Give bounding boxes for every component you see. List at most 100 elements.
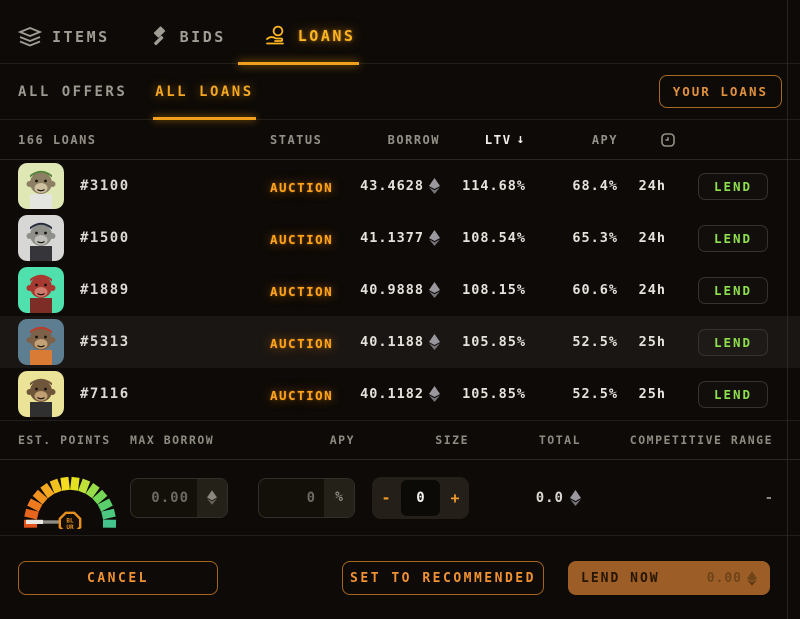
duration-value: 24h [639, 230, 666, 246]
lend-button[interactable]: LEND [698, 381, 768, 408]
eth-icon [429, 230, 440, 246]
blur-badge-icon: BL UR [60, 512, 80, 528]
borrow-value: 40.1188 [360, 334, 440, 350]
tab-items-label: ITEMS [52, 28, 110, 46]
tab-loans[interactable]: LOANS [264, 25, 356, 49]
svg-text:UR: UR [66, 524, 74, 529]
loans-table-body: #3100 AUCTION 43.4628 114.68% 68.4% 24h … [0, 160, 800, 420]
nft-id: #1500 [80, 230, 130, 246]
apy-group: % [258, 478, 355, 518]
ltv-value: 108.54% [462, 230, 526, 246]
borrow-amount: 40.9888 [360, 282, 424, 298]
size-value[interactable]: 0 [401, 480, 440, 516]
lend-button[interactable]: LEND [698, 173, 768, 200]
eth-icon [429, 282, 440, 298]
borrow-amount: 41.1377 [360, 230, 424, 246]
nft-cell: #7116 [18, 371, 270, 417]
nft-cell: #1500 [18, 215, 270, 261]
borrow-value: 41.1377 [360, 230, 440, 246]
nft-cell: #3100 [18, 163, 270, 209]
nft-avatar [18, 215, 64, 261]
max-borrow-input[interactable] [131, 479, 197, 517]
nft-id: #7116 [80, 386, 130, 402]
lend-now-amount-value: 0.00 [707, 571, 742, 586]
eth-icon [570, 490, 581, 506]
layers-icon [18, 27, 42, 47]
size-increment-button[interactable]: + [441, 477, 469, 519]
main-tabs: ITEMS BIDS LOANS [0, 0, 800, 64]
duration-value: 24h [639, 178, 666, 194]
header-competitive-range: COMPETITIVE RANGE [630, 433, 773, 447]
max-borrow-group [130, 478, 228, 518]
header-ltv[interactable]: LTV ↓ [485, 132, 526, 147]
table-row-highlighted[interactable]: #5313 AUCTION 40.1188 105.85% 52.5% 25h … [0, 316, 800, 368]
tab-items[interactable]: ITEMS [18, 27, 110, 49]
nft-cell: #5313 [18, 319, 270, 365]
tab-bids-label: BIDS [180, 28, 226, 46]
nft-avatar [18, 371, 64, 417]
total-value: 0.0 [536, 490, 581, 506]
subtab-all-offers[interactable]: ALL OFFERS [18, 84, 127, 100]
apy-value: 52.5% [572, 386, 618, 402]
set-to-recommended-button[interactable]: SET TO RECOMMENDED [342, 561, 544, 595]
header-borrow[interactable]: BORROW [388, 133, 440, 147]
apy-value: 68.4% [572, 178, 618, 194]
lend-button[interactable]: LEND [698, 225, 768, 252]
loans-table-header: 166 LOANS STATUS BORROW LTV ↓ APY [0, 120, 800, 160]
sort-desc-icon: ↓ [517, 132, 526, 147]
your-loans-button[interactable]: YOUR LOANS [659, 75, 782, 108]
tab-bids[interactable]: BIDS [148, 26, 226, 49]
header-status[interactable]: STATUS [270, 133, 340, 147]
header-apy[interactable]: APY [592, 133, 618, 147]
eth-icon [207, 490, 217, 505]
eth-icon [747, 571, 757, 586]
eth-icon [429, 178, 440, 194]
action-bar: CANCEL SET TO RECOMMENDED LEND NOW 0.00 [0, 536, 800, 619]
gavel-icon [148, 26, 170, 47]
apy-unit: % [324, 479, 354, 517]
size-decrement-button[interactable]: - [372, 477, 400, 519]
size-stepper: - 0 + [372, 477, 469, 519]
status-badge: AUCTION [270, 232, 333, 247]
gauge-needle [26, 519, 60, 523]
table-row[interactable]: #1889 AUCTION 40.9888 108.15% 60.6% 24h … [0, 264, 800, 316]
header-size: SIZE [435, 433, 469, 447]
duration-value: 24h [639, 282, 666, 298]
header-max-borrow: MAX BORROW [130, 433, 240, 447]
eth-icon [429, 334, 440, 350]
status-badge: AUCTION [270, 336, 333, 351]
duration-value: 25h [639, 386, 666, 402]
borrow-value: 40.9888 [360, 282, 440, 298]
tab-loans-label: LOANS [298, 27, 356, 45]
borrow-amount: 43.4628 [360, 178, 424, 194]
header-ltv-label: LTV [485, 132, 512, 147]
competitive-range-value: - [765, 490, 773, 506]
lend-now-button[interactable]: LEND NOW 0.00 [568, 561, 770, 595]
points-gauge: BL UR [18, 467, 120, 529]
nft-avatar [18, 267, 64, 313]
borrow-value: 40.1182 [360, 386, 440, 402]
lend-button[interactable]: LEND [698, 277, 768, 304]
table-row[interactable]: #1500 AUCTION 41.1377 108.54% 65.3% 24h … [0, 212, 800, 264]
borrow-amount: 40.1188 [360, 334, 424, 350]
cancel-button[interactable]: CANCEL [18, 561, 218, 595]
nft-id: #1889 [80, 282, 130, 298]
table-row[interactable]: #3100 AUCTION 43.4628 114.68% 68.4% 24h … [0, 160, 800, 212]
total-amount: 0.0 [536, 490, 564, 506]
borrow-amount: 40.1182 [360, 386, 424, 402]
status-badge: AUCTION [270, 388, 333, 403]
clock-icon[interactable] [661, 133, 675, 147]
loans-panel: ITEMS BIDS LOANS ALL OFFERS ALL LOANS YO… [0, 0, 800, 619]
loan-count: 166 LOANS [18, 133, 270, 147]
max-borrow-unit [197, 479, 227, 517]
header-apy-input: APY [330, 433, 355, 447]
table-row[interactable]: #7116 AUCTION 40.1182 105.85% 52.5% 25h … [0, 368, 800, 420]
loan-subtabs: ALL OFFERS ALL LOANS YOUR LOANS [0, 64, 800, 120]
nft-cell: #1889 [18, 267, 270, 313]
lend-button[interactable]: LEND [698, 329, 768, 356]
duration-value: 25h [639, 334, 666, 350]
borrow-value: 43.4628 [360, 178, 440, 194]
subtab-all-loans[interactable]: ALL LOANS [155, 84, 253, 100]
apy-input[interactable] [259, 479, 324, 517]
ltv-value: 114.68% [462, 178, 526, 194]
